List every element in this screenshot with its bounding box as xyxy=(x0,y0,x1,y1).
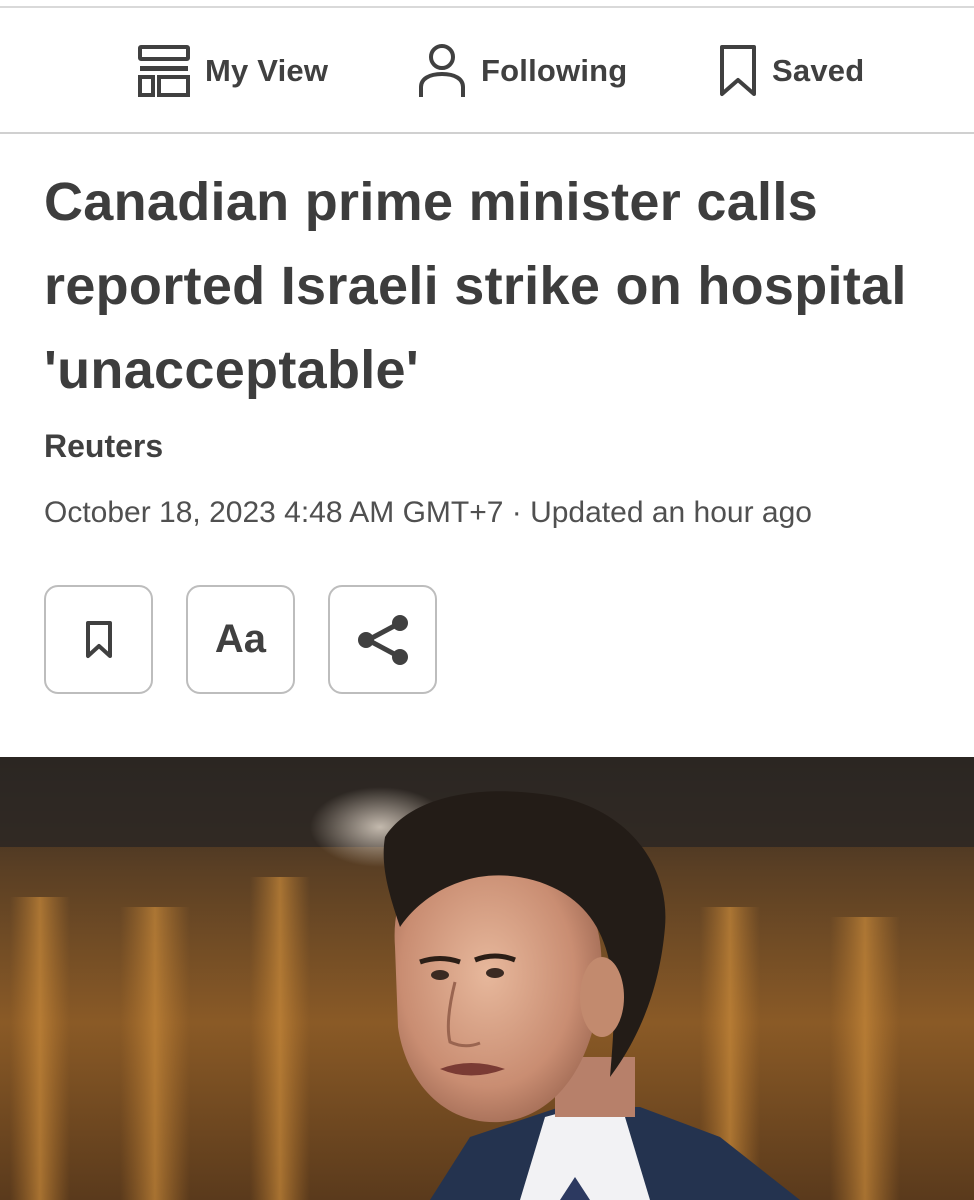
nav-saved-label: Saved xyxy=(772,53,865,88)
bookmark-button[interactable] xyxy=(44,585,153,694)
nav-saved[interactable]: Saved xyxy=(718,10,864,132)
nav-following-label: Following xyxy=(481,53,628,88)
person-icon xyxy=(419,44,465,97)
nav-following[interactable]: Following xyxy=(417,10,627,132)
share-button[interactable] xyxy=(328,585,437,694)
top-divider xyxy=(0,0,974,8)
article-actions: Aa xyxy=(44,585,437,694)
nav-my-view-label: My View xyxy=(205,53,329,88)
article-dateline: October 18, 2023 4:48 AM GMT+7 · Updated… xyxy=(44,496,812,529)
top-navigation: My View Following Saved xyxy=(0,10,974,134)
article-headline: Canadian prime minister calls reported I… xyxy=(44,172,907,400)
text-size-label: Aa xyxy=(214,617,267,661)
text-size-button[interactable]: Aa xyxy=(186,585,295,694)
bookmark-icon xyxy=(85,620,112,658)
article-photo xyxy=(0,757,974,1200)
article-source: Reuters xyxy=(44,428,164,464)
layout-icon xyxy=(138,45,190,97)
share-icon xyxy=(357,614,408,665)
bookmark-icon xyxy=(720,45,756,96)
nav-my-view[interactable]: My View xyxy=(137,10,328,132)
